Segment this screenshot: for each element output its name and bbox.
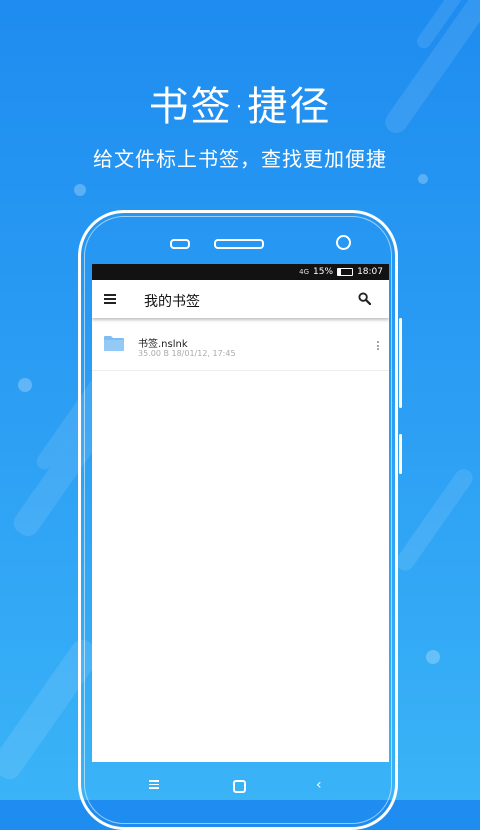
- decorative-dot: [18, 378, 32, 392]
- menu-icon[interactable]: [104, 294, 116, 304]
- status-time: 18:07: [357, 267, 383, 277]
- nav-home-icon[interactable]: [233, 780, 246, 793]
- battery-percent: 15%: [313, 267, 334, 277]
- list-item[interactable]: 书签.nslnk 35.00 B 18/01/12, 17:45: [92, 320, 389, 371]
- hero-headline: 书签·捷径: [148, 84, 332, 130]
- hero-subline: 给文件标上书签，查找更加便捷: [93, 147, 387, 171]
- nav-back-icon[interactable]: ‹: [316, 777, 322, 793]
- signal-indicator: 4G: [299, 268, 310, 276]
- file-name: 书签.nslnk: [138, 339, 188, 350]
- phone-side-button: [399, 318, 402, 408]
- app-bar: 我的书签: [92, 280, 389, 318]
- decorative-streak: [392, 465, 477, 575]
- phone-speaker: [214, 239, 264, 249]
- folder-icon: [104, 336, 124, 351]
- nav-menu-icon[interactable]: [149, 780, 159, 791]
- decorative-dot: [74, 184, 86, 196]
- phone-camera: [336, 235, 351, 250]
- phone-sensor: [170, 239, 190, 249]
- search-icon[interactable]: [358, 292, 371, 305]
- battery-icon: [337, 268, 354, 276]
- page-title: 我的书签: [144, 294, 200, 310]
- more-vertical-icon[interactable]: [377, 341, 379, 352]
- navigation-bar: ‹: [0, 777, 480, 800]
- decorative-dot: [418, 174, 428, 184]
- decorative-dot: [426, 650, 440, 664]
- status-bar: 4G 15% 18:07: [92, 264, 389, 280]
- file-meta: 35.00 B 18/01/12, 17:45: [138, 349, 236, 358]
- phone-side-button: [399, 434, 402, 474]
- phone-screen: 4G 15% 18:07 我的书签 书签.nslnk 35.00 B 18/01…: [92, 264, 389, 762]
